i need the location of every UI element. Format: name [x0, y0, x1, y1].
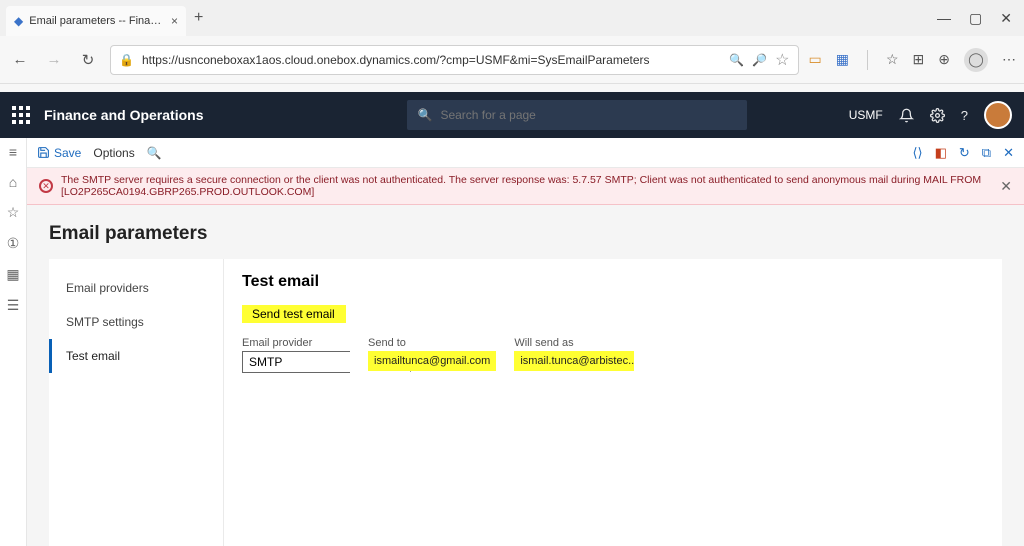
page-favicon: ◆: [14, 14, 23, 28]
separator: [867, 50, 868, 70]
zoom-in-icon[interactable]: 🔍: [729, 53, 744, 67]
refresh-icon[interactable]: ↻: [76, 48, 100, 72]
lock-icon: 🔒: [119, 53, 134, 67]
options-button[interactable]: Options: [93, 146, 134, 160]
downloads-icon[interactable]: ⊕: [938, 51, 950, 68]
email-provider-combo[interactable]: ▼: [242, 351, 350, 373]
label-will-send-as: Will send as: [514, 337, 634, 349]
save-label: Save: [54, 146, 81, 160]
menu-dots-icon[interactable]: ⋯: [1002, 51, 1016, 68]
send-test-email-button[interactable]: Send test email: [242, 305, 346, 323]
notifications-icon[interactable]: [899, 108, 914, 123]
favorite-star-icon[interactable]: ☆: [775, 50, 789, 70]
actionbar-right: ⟨⟩ ◧ ↻ ⧉ ✕: [912, 145, 1014, 161]
popout-icon[interactable]: ⧉: [982, 145, 991, 161]
new-tab-button[interactable]: +: [194, 9, 203, 27]
profile-avatar[interactable]: ◯: [964, 48, 988, 72]
left-rail: ≡ ⌂ ☆ ① ▦ ☰: [0, 138, 27, 546]
page-content: Test email Send test email Email provide…: [224, 259, 1002, 546]
global-search[interactable]: 🔍: [407, 100, 747, 130]
main-area: Save Options 🔍 ⟨⟩ ◧ ↻ ⧉ ✕ ✕ The SMTP ser…: [27, 138, 1024, 546]
help-icon[interactable]: ?: [961, 108, 968, 123]
browser-tab[interactable]: ◆ Email parameters -- Finance and ×: [6, 6, 186, 36]
will-send-as-value: ismail.tunca@arbistec...: [514, 351, 634, 371]
window-controls: — ▢ ✕: [937, 10, 1018, 27]
favorites-icon[interactable]: ☆: [886, 51, 899, 68]
rail-recent-icon[interactable]: ①: [7, 235, 20, 252]
field-will-send-as: Will send as ismail.tunca@arbistec...: [514, 337, 634, 373]
field-send-to: Send to ismailtunca@gmail.com: [368, 337, 496, 373]
extensions-icon[interactable]: ⊞: [913, 51, 925, 68]
error-message: The SMTP server requires a secure connec…: [61, 174, 992, 198]
field-email-provider: Email provider ▼: [242, 337, 350, 373]
waffle-icon[interactable]: [12, 106, 30, 124]
page: Email parameters Email providers SMTP se…: [27, 205, 1024, 546]
fields-row: Email provider ▼ Send to ismailtunca@gma…: [242, 337, 984, 373]
refresh-data-icon[interactable]: ↻: [959, 145, 970, 161]
rail-workspaces-icon[interactable]: ▦: [6, 266, 19, 283]
close-window-icon[interactable]: ✕: [1000, 10, 1012, 27]
url-box[interactable]: 🔒 🔍 🔎 ☆: [110, 45, 799, 75]
error-close-icon[interactable]: ✕: [1000, 178, 1012, 195]
close-page-icon[interactable]: ✕: [1003, 145, 1014, 161]
tab-title: Email parameters -- Finance and: [29, 15, 165, 27]
close-tab-icon[interactable]: ×: [171, 14, 178, 28]
error-banner: ✕ The SMTP server requires a secure conn…: [27, 168, 1024, 205]
search-icon: 🔍: [417, 108, 432, 122]
office-icon[interactable]: ◧: [935, 145, 947, 161]
rail-home-icon[interactable]: ⌂: [9, 174, 17, 190]
rail-menu-icon[interactable]: ≡: [9, 144, 17, 160]
nav-smtp-settings[interactable]: SMTP settings: [49, 305, 223, 339]
nav-test-email[interactable]: Test email: [49, 339, 223, 373]
nav-email-providers[interactable]: Email providers: [49, 271, 223, 305]
action-bar: Save Options 🔍 ⟨⟩ ◧ ↻ ⧉ ✕: [27, 138, 1024, 168]
maximize-icon[interactable]: ▢: [969, 10, 982, 27]
save-button[interactable]: Save: [37, 146, 81, 160]
error-icon: ✕: [39, 179, 53, 193]
send-to-value[interactable]: ismailtunca@gmail.com: [368, 351, 496, 371]
header-right: USMF ?: [849, 101, 1012, 129]
link-icon[interactable]: ⟨⟩: [912, 145, 922, 161]
label-email-provider: Email provider: [242, 337, 350, 349]
company-code[interactable]: USMF: [849, 108, 883, 122]
collections-icon[interactable]: ▦: [836, 51, 849, 68]
gear-icon[interactable]: [930, 108, 945, 123]
rail-star-icon[interactable]: ☆: [7, 204, 20, 221]
forward-icon[interactable]: →: [42, 48, 66, 72]
actionbar-search-icon[interactable]: 🔍: [147, 146, 162, 160]
app-title: Finance and Operations: [44, 107, 203, 123]
zoom-out-icon[interactable]: 🔎: [752, 53, 767, 67]
browser-chrome: ◆ Email parameters -- Finance and × + — …: [0, 0, 1024, 92]
url-input[interactable]: [142, 53, 721, 67]
rail-modules-icon[interactable]: ☰: [7, 297, 20, 314]
reading-icon[interactable]: ▭: [809, 51, 822, 68]
browser-addressbar: ← → ↻ 🔒 🔍 🔎 ☆ ▭ ▦ ☆ ⊞ ⊕ ◯ ⋯: [0, 36, 1024, 84]
page-columns: Email providers SMTP settings Test email…: [49, 259, 1002, 546]
section-title: Test email: [242, 273, 984, 291]
user-avatar[interactable]: [984, 101, 1012, 129]
app-body: ≡ ⌂ ☆ ① ▦ ☰ Save Options 🔍 ⟨⟩ ◧ ↻ ⧉ ✕ ✕ …: [0, 138, 1024, 546]
label-send-to: Send to: [368, 337, 496, 349]
browser-titlebar: ◆ Email parameters -- Finance and × + — …: [0, 0, 1024, 36]
back-icon[interactable]: ←: [8, 48, 32, 72]
page-side-nav: Email providers SMTP settings Test email: [49, 259, 224, 546]
page-title: Email parameters: [49, 223, 1002, 245]
search-input[interactable]: [440, 108, 737, 122]
browser-right-icons: ▭ ▦ ☆ ⊞ ⊕ ◯ ⋯: [809, 48, 1017, 72]
app-header: Finance and Operations 🔍 USMF ?: [0, 92, 1024, 138]
minimize-icon[interactable]: —: [937, 10, 951, 27]
